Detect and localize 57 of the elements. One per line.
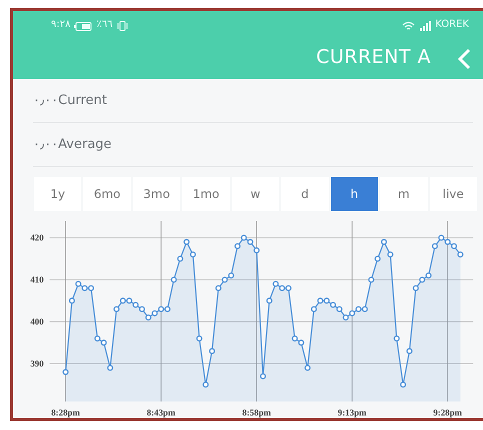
range-tab[interactable]: 1mo [182, 176, 230, 211]
range-tab[interactable]: 6mo [83, 176, 131, 211]
data-point [234, 242, 241, 249]
data-point [177, 255, 184, 262]
data-point [114, 306, 120, 312]
back-icon[interactable] [457, 48, 471, 70]
y-axis-label: 400 [30, 316, 44, 326]
x-axis-label: 9:28pm [433, 407, 462, 418]
signal-icon [419, 21, 432, 31]
data-point [304, 364, 311, 371]
range-tab[interactable]: live [430, 176, 477, 211]
battery-level: ٪٦٦ [96, 18, 113, 30]
data-point [107, 364, 114, 371]
data-point [380, 238, 387, 245]
data-point [68, 297, 75, 304]
data-point [202, 381, 209, 388]
range-tab[interactable]: m [380, 176, 428, 211]
reading-label: ٠٫٠٠Current [33, 93, 107, 108]
screen-title: CURRENT A [316, 46, 431, 68]
y-axis-label: 420 [30, 232, 44, 242]
data-point [406, 348, 412, 354]
data-point [62, 368, 69, 375]
clock: ٩:٢٨ [51, 18, 70, 30]
x-axis-label: 9:13pm [338, 407, 366, 418]
data-point [266, 297, 272, 304]
data-point [387, 251, 394, 258]
data-point [190, 251, 196, 258]
data-point [457, 251, 464, 258]
wifi-icon [402, 21, 416, 31]
battery-icon [74, 22, 92, 30]
reading-label: ٠٫٠٠Average [33, 136, 112, 152]
x-axis-label: 8:43pm [146, 407, 176, 418]
range-tab[interactable]: d [281, 176, 329, 211]
data-point [394, 335, 400, 342]
data-point [196, 335, 202, 342]
data-point [374, 255, 381, 262]
data-point [254, 247, 260, 254]
data-point [368, 276, 374, 282]
data-point [170, 276, 177, 282]
range-tab[interactable]: 1y [34, 176, 82, 211]
data-point [310, 306, 317, 312]
x-axis-label: 8:28pm [51, 407, 80, 418]
x-axis-label: 8:58pm [242, 407, 271, 418]
data-point [184, 238, 190, 245]
data-point [209, 348, 216, 354]
vibrate-icon [116, 21, 128, 31]
carrier-name: KOREK [435, 18, 469, 30]
y-axis-label: 410 [30, 274, 44, 284]
range-tab[interactable]: 3mo [132, 176, 180, 211]
range-tab[interactable]: h [330, 176, 378, 211]
data-point [260, 372, 266, 379]
data-point [215, 284, 222, 291]
data-point [412, 284, 419, 291]
range-tab[interactable]: w [232, 176, 280, 211]
y-axis-label: 390 [30, 358, 44, 368]
data-point [432, 242, 438, 249]
data-point [400, 381, 406, 388]
